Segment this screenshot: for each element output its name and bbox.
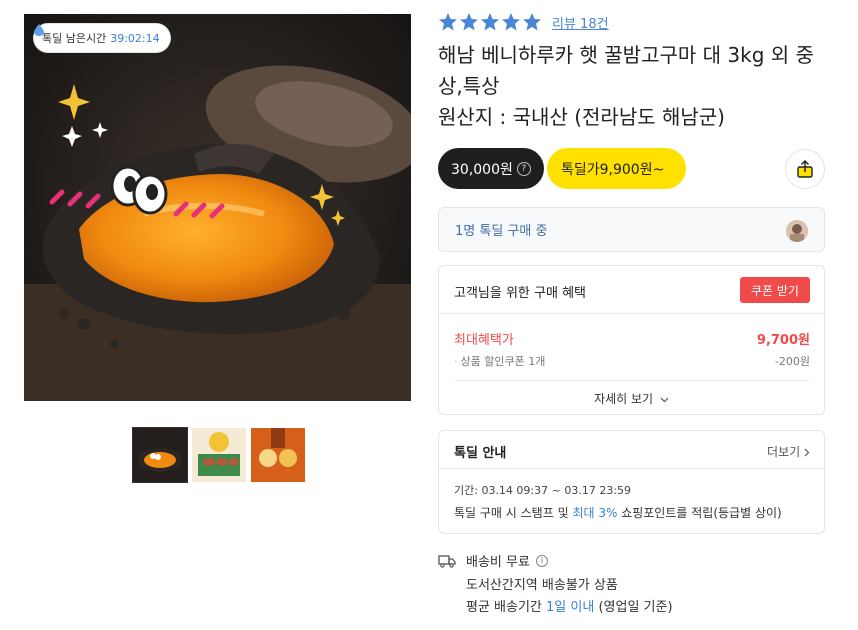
review-count-link[interactable]: 리뷰 18건 bbox=[552, 13, 609, 32]
main-product-image: 톡딜 남은시간 39:02:14 bbox=[24, 14, 411, 401]
deal-price: 톡딜가9,900원~ bbox=[561, 161, 665, 178]
see-details-label: 자세히 보기 bbox=[594, 392, 654, 406]
thumbnail-3[interactable] bbox=[251, 428, 305, 482]
coupon-line: · 상품 할인쿠폰 1개 bbox=[454, 355, 546, 368]
share-button[interactable] bbox=[785, 149, 825, 189]
star-icon bbox=[523, 13, 541, 31]
deal-info-box: 톡딜 안내 더보기 기간: 03.14 09:37 ~ 03.17 23:59 … bbox=[438, 430, 825, 534]
buyers-box: 1명 톡딜 구매 중 bbox=[438, 207, 825, 252]
info-icon[interactable]: i bbox=[535, 554, 548, 567]
stamp-prefix: 톡딜 구매 시 스탬프 및 bbox=[454, 506, 573, 520]
chevron-down-icon bbox=[660, 397, 669, 402]
coupon-amount: -200원 bbox=[774, 355, 810, 368]
more-label: 더보기 bbox=[767, 445, 801, 459]
shipping-restriction: 도서산간지역 배송불가 상품 bbox=[466, 578, 618, 593]
see-details-link[interactable]: 자세히 보기 bbox=[439, 390, 824, 407]
shipping-period-highlight: 1일 이내 bbox=[546, 600, 595, 615]
product-origin: 원산지 : 국내산 (전라남도 해남군) bbox=[438, 105, 725, 129]
rating-row: 리뷰 18건 bbox=[438, 12, 609, 32]
max-benefit-price: 9,700원 bbox=[756, 333, 810, 348]
coupon-line-text: 상품 할인쿠폰 1개 bbox=[460, 355, 546, 368]
star-icon bbox=[481, 13, 499, 31]
deal-price-pill[interactable]: 톡딜가9,900원~ bbox=[547, 148, 686, 189]
deal-info-title: 톡딜 안내 bbox=[454, 446, 507, 461]
shipping-period-prefix: 평균 배송기간 bbox=[466, 600, 547, 615]
buyers-text: 1명 톡딜 구매 중 bbox=[455, 224, 548, 239]
stamp-info: 톡딜 구매 시 스탬프 및 최대 3% 쇼핑포인트를 적립(등급별 상이) bbox=[454, 504, 782, 521]
divider bbox=[439, 468, 824, 469]
thumbnail-strip bbox=[132, 427, 305, 483]
sweet-potato-illustration bbox=[24, 14, 411, 401]
divider bbox=[439, 313, 824, 314]
star-icon bbox=[439, 13, 457, 31]
question-icon[interactable]: ? bbox=[516, 161, 531, 176]
star-icon bbox=[460, 13, 478, 31]
benefit-box: 고객님을 위한 구매 혜택 쿠폰 받기 최대혜택가 9,700원 · 상품 할인쿠… bbox=[438, 265, 825, 415]
deal-period: 기간: 03.14 09:37 ~ 03.17 23:59 bbox=[454, 484, 632, 497]
get-coupon-button[interactable]: 쿠폰 받기 bbox=[740, 277, 810, 303]
shipping-row: 배송비 무료 i bbox=[438, 551, 548, 570]
thumbnail-1[interactable] bbox=[132, 427, 188, 483]
normal-price-pill[interactable]: 30,000원 ? bbox=[438, 148, 544, 189]
stamp-suffix: 쇼핑포인트를 적립(등급별 상이) bbox=[617, 506, 782, 520]
avatar bbox=[786, 220, 808, 242]
normal-price: 30,000원 bbox=[451, 161, 513, 178]
more-link[interactable]: 더보기 bbox=[767, 443, 810, 460]
water-drop-icon bbox=[34, 24, 44, 36]
deal-timer-badge: 톡딜 남은시간 39:02:14 bbox=[34, 24, 170, 52]
timer-label: 톡딜 남은시간 bbox=[42, 32, 107, 45]
shipping-period-suffix: (영업일 기준) bbox=[594, 600, 673, 615]
thumbnail-2[interactable] bbox=[192, 428, 246, 482]
share-icon bbox=[797, 159, 813, 178]
benefit-title: 고객님을 위한 구매 혜택 bbox=[454, 286, 586, 301]
chevron-right-icon bbox=[804, 448, 810, 457]
shipping-period: 평균 배송기간 1일 이내 (영업일 기준) bbox=[466, 596, 673, 615]
product-title: 해남 베니하루카 햇 꿀밤고구마 대 3kg 외 중상,특상 bbox=[438, 43, 814, 98]
stamp-highlight: 최대 3% bbox=[572, 506, 618, 520]
star-icon bbox=[502, 13, 520, 31]
truck-icon bbox=[438, 554, 456, 568]
divider bbox=[454, 380, 810, 381]
max-benefit-label: 최대혜택가 bbox=[454, 333, 514, 348]
shipping-fee: 배송비 무료 bbox=[466, 555, 530, 570]
timer-value: 39:02:14 bbox=[110, 31, 160, 45]
